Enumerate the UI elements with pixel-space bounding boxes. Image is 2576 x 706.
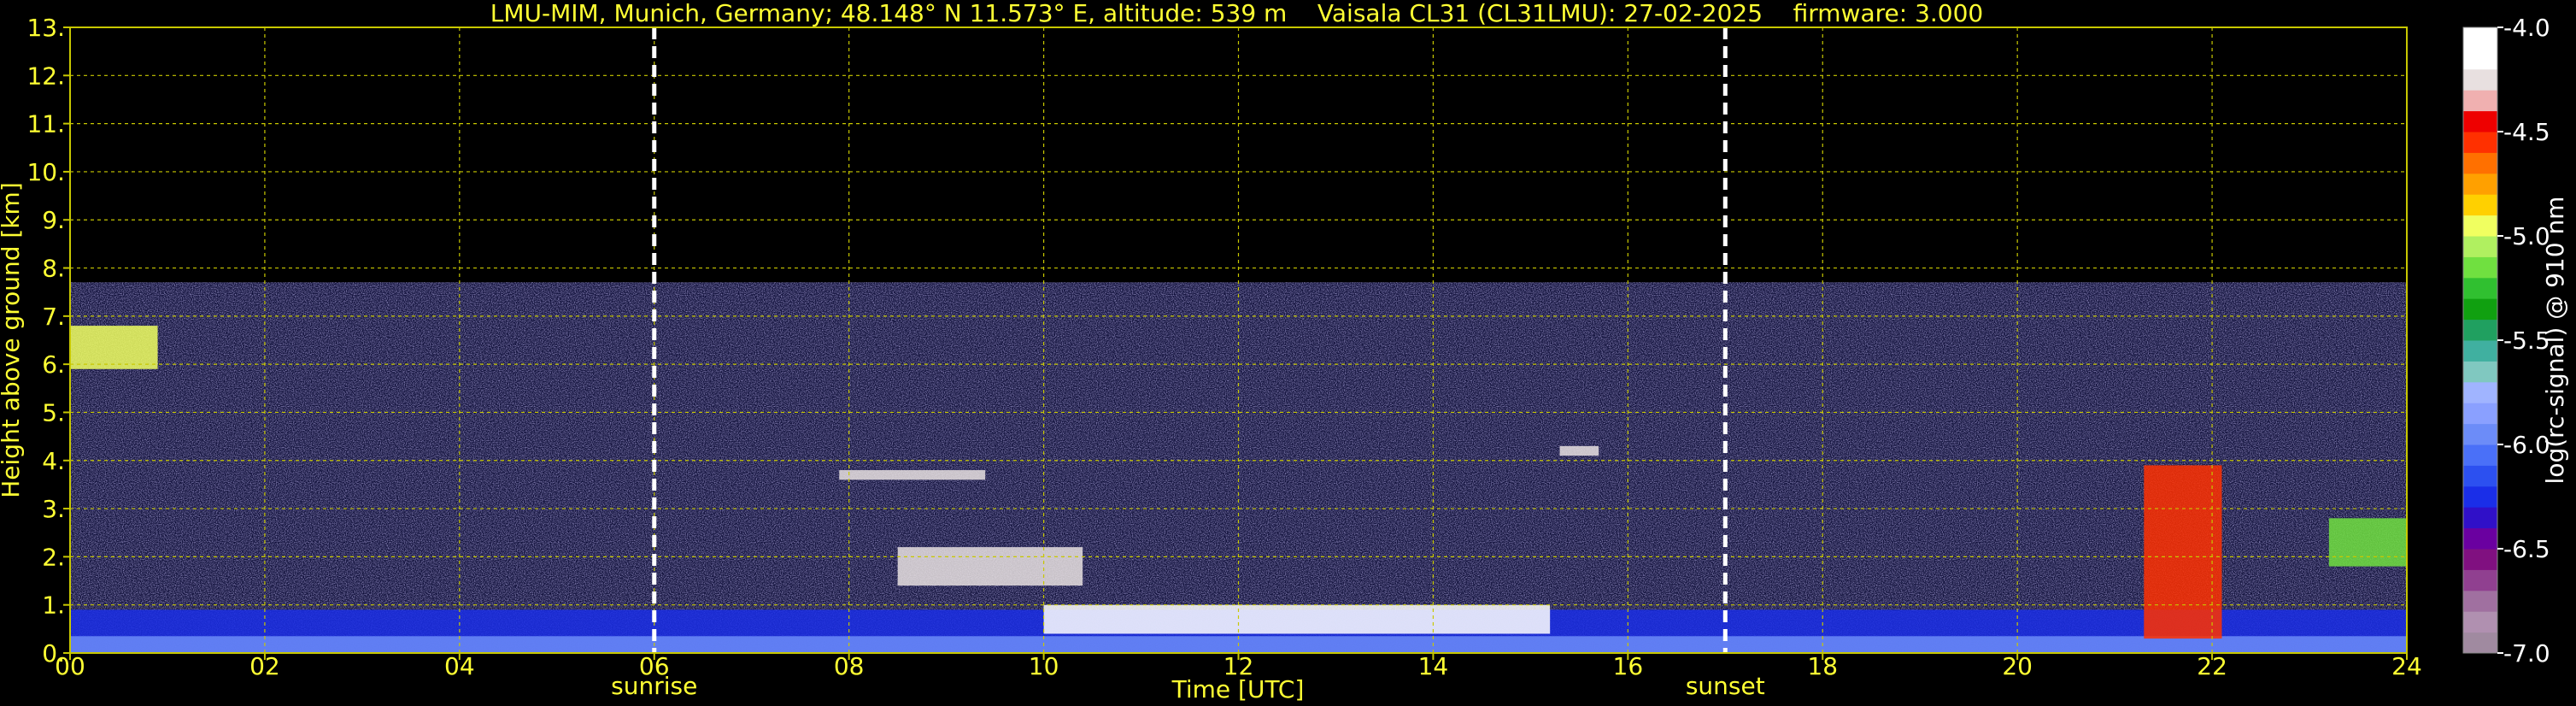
y-tick-label: 9. <box>42 206 65 234</box>
y-tick-label: 8. <box>42 255 65 283</box>
colorbar-swatch <box>2463 611 2497 633</box>
feature-cloud-2km <box>897 547 1083 586</box>
colorbar-swatch <box>2463 569 2497 591</box>
x-tick-label: 02 <box>249 652 280 680</box>
y-tick-label: 5. <box>42 398 65 427</box>
feature-cloud-2.8km <box>2328 518 2407 567</box>
colorbar-label: log(rc-signal) @ 910 nm <box>2541 197 2569 485</box>
y-tick-label: 2. <box>42 543 65 571</box>
y-axis-ticks: 0. 1. 2. 3. 4. 5. 6. 7. 8. 9. 10. 11. 12. 13. <box>26 14 70 668</box>
event-label-sunset: sunset <box>1686 672 1765 700</box>
x-tick-label: 24 <box>2391 652 2422 680</box>
y-tick-label: 0. <box>42 639 65 668</box>
x-tick-label: 22 <box>2197 652 2227 680</box>
y-tick-label: 10. <box>26 158 65 186</box>
ceilometer-plot: sunrise sunset 00 02 04 06 08 10 12 14 16 18 20 22 24… <box>0 14 2422 703</box>
x-tick-label: 04 <box>444 652 475 680</box>
colorbar-swatch <box>2463 152 2497 174</box>
colorbar-swatch <box>2463 403 2497 425</box>
y-tick-label: 6. <box>42 350 65 379</box>
colorbar-swatch <box>2463 340 2497 362</box>
colorbar-swatch <box>2463 465 2497 487</box>
x-tick-label: 10 <box>1029 652 1059 680</box>
x-tick-label: 14 <box>1418 652 1449 680</box>
y-tick-label: 3. <box>42 495 65 523</box>
feature-cloud-base-midday <box>1043 604 1551 634</box>
x-tick-label: 16 <box>1613 652 1644 680</box>
x-axis-label: Time [UTC] <box>1171 675 1305 703</box>
y-tick-label: 4. <box>42 447 65 475</box>
colorbar-swatch <box>2463 173 2497 195</box>
colorbar-swatch <box>2463 27 2497 49</box>
y-axis-label: Height above ground [km] <box>0 182 25 498</box>
feature-cloud-4.2km <box>1559 445 1599 456</box>
colorbar-swatch <box>2463 277 2497 299</box>
colorbar-swatch <box>2463 507 2497 529</box>
colorbar-swatch <box>2463 361 2497 383</box>
colorbar-swatch <box>2463 444 2497 466</box>
colorbar-swatch <box>2463 590 2497 612</box>
colorbar-swatch <box>2463 236 2497 257</box>
colorbar-swatch <box>2463 90 2497 112</box>
colorbar-tick-label: -7.0 <box>2503 639 2550 668</box>
x-tick-label: 08 <box>834 652 865 680</box>
feature-cloud-3.7km <box>839 470 986 480</box>
feature-high-cloud-early <box>70 326 158 369</box>
colorbar-swatch <box>2463 381 2497 403</box>
colorbar-swatches <box>2463 27 2497 654</box>
y-tick-label: 11. <box>26 110 65 138</box>
x-tick-label: 20 <box>2002 652 2033 680</box>
colorbar-swatch <box>2463 215 2497 237</box>
colorbar-swatch <box>2463 527 2497 550</box>
y-tick-label: 12. <box>26 62 65 90</box>
colorbar-tick-label: -4.5 <box>2503 118 2550 146</box>
colorbar-swatch <box>2463 256 2497 279</box>
colorbar-tick-label: -4.0 <box>2503 14 2550 42</box>
y-tick-label: 1. <box>42 591 65 620</box>
colorbar-swatch <box>2463 485 2497 508</box>
colorbar-swatch <box>2463 549 2497 570</box>
x-tick-label: 18 <box>1807 652 1838 680</box>
colorbar-swatch <box>2463 423 2497 445</box>
y-tick-label: 7. <box>42 303 65 331</box>
colorbar-swatch <box>2463 194 2497 216</box>
colorbar-swatch <box>2463 298 2497 321</box>
colorbar-swatch <box>2463 632 2497 654</box>
colorbar-swatch <box>2463 68 2497 91</box>
colorbar-swatch <box>2463 110 2497 132</box>
colorbar-swatch <box>2463 132 2497 153</box>
feature-virga-22h <box>2144 465 2222 639</box>
colorbar: -4.0-4.5-5.0-5.5-6.0-6.5-7.0 log(rc-sign… <box>2462 14 2569 668</box>
colorbar-swatch <box>2463 48 2497 70</box>
y-tick-label: 13. <box>26 14 65 42</box>
colorbar-tick-label: -6.5 <box>2503 535 2550 563</box>
colorbar-swatch <box>2463 319 2497 341</box>
x-tick-label: 06 <box>639 652 670 680</box>
